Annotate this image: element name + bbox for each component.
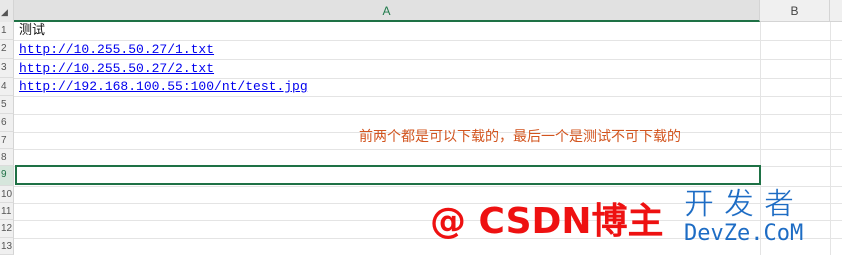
row-header-3[interactable]: 3	[0, 59, 14, 78]
active-cell-a9[interactable]	[15, 165, 761, 185]
annotation-text[interactable]: 前两个都是可以下载的，最后一个是测试不可下载的	[359, 127, 681, 147]
row-header-9[interactable]: 9	[0, 166, 14, 186]
row-header-5[interactable]: 5	[0, 96, 14, 114]
row-header-7[interactable]: 7	[0, 132, 14, 149]
column-header-b[interactable]: B	[760, 0, 830, 22]
select-all-icon: ◢	[1, 8, 8, 18]
cell-a4-link[interactable]: http://192.168.100.55:100/nt/test.jpg	[19, 78, 308, 96]
row-header-1[interactable]: 1	[0, 22, 14, 40]
cell-a3-link[interactable]: http://10.255.50.27/2.txt	[19, 60, 214, 78]
column-header-a[interactable]: A	[14, 0, 760, 22]
devze-logo-domain: DevZe.CoM	[684, 221, 804, 246]
select-all-corner[interactable]: ◢	[0, 0, 14, 22]
row-header-10[interactable]: 10	[0, 186, 14, 203]
row-gridline	[14, 96, 842, 97]
row-header-12[interactable]: 12	[0, 220, 14, 238]
row-header-2[interactable]: 2	[0, 40, 14, 59]
row-header-11[interactable]: 11	[0, 203, 14, 220]
cell-a1[interactable]: 测试	[19, 22, 45, 40]
row-header-6[interactable]: 6	[0, 114, 14, 132]
row-header-13[interactable]: 13	[0, 238, 14, 255]
row-header-8[interactable]: 8	[0, 149, 14, 166]
cell-a2-link[interactable]: http://10.255.50.27/1.txt	[19, 41, 214, 59]
row-gridline	[14, 114, 842, 115]
csdn-watermark: @ CSDN博主	[430, 201, 664, 242]
row-gridline	[14, 149, 842, 150]
devze-logo: 开发者 DevZe.CoM	[684, 187, 834, 247]
devze-logo-title: 开发者	[684, 187, 804, 222]
row-header-4[interactable]: 4	[0, 78, 14, 96]
